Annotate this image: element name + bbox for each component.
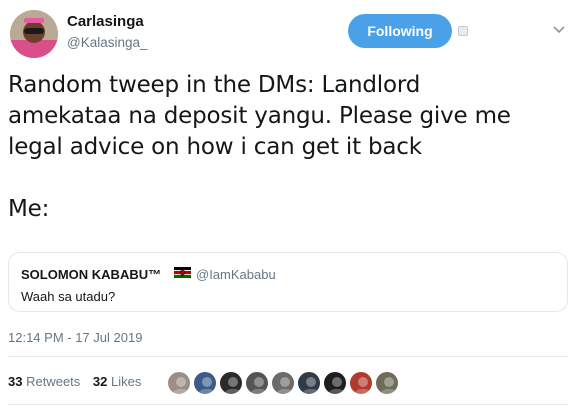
tweet-header: Carlasinga @Kalasinga_ Following xyxy=(0,0,582,62)
avatar-4-icon[interactable] xyxy=(244,370,270,396)
quoted-user-handle: @IamKababu xyxy=(196,267,276,282)
tweet-stats: 33 Retweets 32 Likes xyxy=(8,374,150,389)
chevron-down-icon[interactable] xyxy=(552,22,566,36)
avatar-2-icon[interactable] xyxy=(192,370,218,396)
quoted-user-name: SOLOMON KABABU™ xyxy=(21,267,162,282)
avatar-6-icon[interactable] xyxy=(296,370,322,396)
likes-count: 32 xyxy=(92,374,108,389)
avatar-3-icon[interactable] xyxy=(218,370,244,396)
quoted-text: Waah sa utadu? xyxy=(21,289,116,304)
retweets-count: 33 xyxy=(8,374,23,389)
divider xyxy=(8,356,568,357)
retweets-label: Retweets xyxy=(26,374,81,389)
kenya-flag-icon xyxy=(174,267,191,278)
quoted-tweet[interactable]: SOLOMON KABABU™ @IamKababu Waah sa utadu… xyxy=(8,252,568,312)
divider xyxy=(8,404,568,405)
small-badge-icon xyxy=(458,26,468,36)
likes-label: Likes xyxy=(111,374,142,389)
avatar-7-icon[interactable] xyxy=(322,370,348,396)
user-avatar[interactable] xyxy=(10,10,58,58)
avatar-5-icon[interactable] xyxy=(270,370,296,396)
tweet-text: Random tweep in the DMs: Landlord amekat… xyxy=(8,72,511,222)
user-handle[interactable]: @Kalasinga_ xyxy=(67,35,148,50)
avatar-8-icon[interactable] xyxy=(348,370,374,396)
retweets-stat[interactable]: 33 Retweets xyxy=(8,374,80,389)
following-button[interactable]: Following xyxy=(348,14,452,48)
likes-stat[interactable]: 32 Likes xyxy=(93,374,141,389)
tweet-timestamp[interactable]: 12:14 PM - 17 Jul 2019 xyxy=(8,330,142,345)
user-name[interactable]: Carlasinga xyxy=(67,13,144,30)
avatar-image xyxy=(10,10,58,58)
avatar-9-icon[interactable] xyxy=(374,370,400,396)
avatar-1-icon[interactable] xyxy=(166,370,192,396)
